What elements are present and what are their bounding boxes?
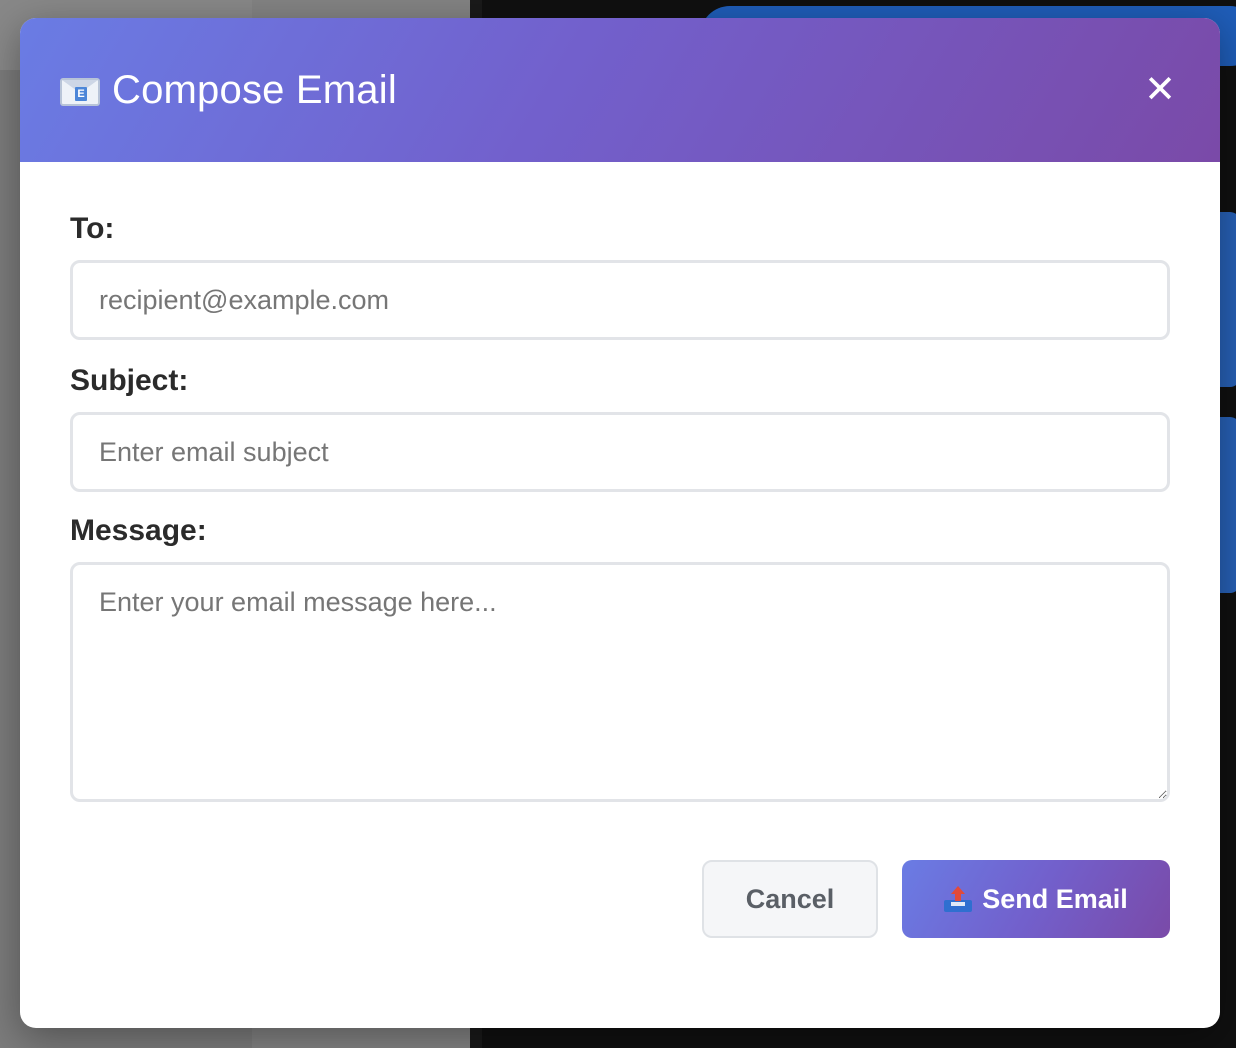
to-field-group: To: [70, 212, 1170, 340]
modal-body: To: Subject: Message: Cancel Send Email [20, 162, 1220, 938]
envelope-icon: E [60, 78, 100, 106]
message-field-group: Message: [70, 514, 1170, 802]
subject-label: Subject: [70, 364, 189, 397]
message-textarea[interactable] [70, 562, 1170, 802]
modal-title: Compose Email [112, 67, 397, 112]
modal-header: E Compose Email ✕ [20, 18, 1220, 162]
outbox-tray-icon [944, 886, 973, 912]
subject-field-group: Subject: [70, 364, 1170, 492]
cancel-button[interactable]: Cancel [702, 860, 878, 938]
compose-email-modal: E Compose Email ✕ To: Subject: Message: … [20, 18, 1220, 1028]
message-label: Message: [70, 514, 207, 547]
to-label: To: [70, 212, 115, 245]
send-email-button[interactable]: Send Email [902, 860, 1170, 938]
modal-title-group: E Compose Email [60, 68, 397, 113]
close-button[interactable]: ✕ [1140, 70, 1180, 110]
cancel-button-label: Cancel [745, 883, 835, 914]
to-input[interactable] [70, 260, 1170, 340]
send-email-button-label: Send Email [982, 883, 1128, 914]
subject-input[interactable] [70, 412, 1170, 492]
close-icon: ✕ [1144, 69, 1176, 111]
modal-actions: Cancel Send Email [70, 860, 1170, 938]
